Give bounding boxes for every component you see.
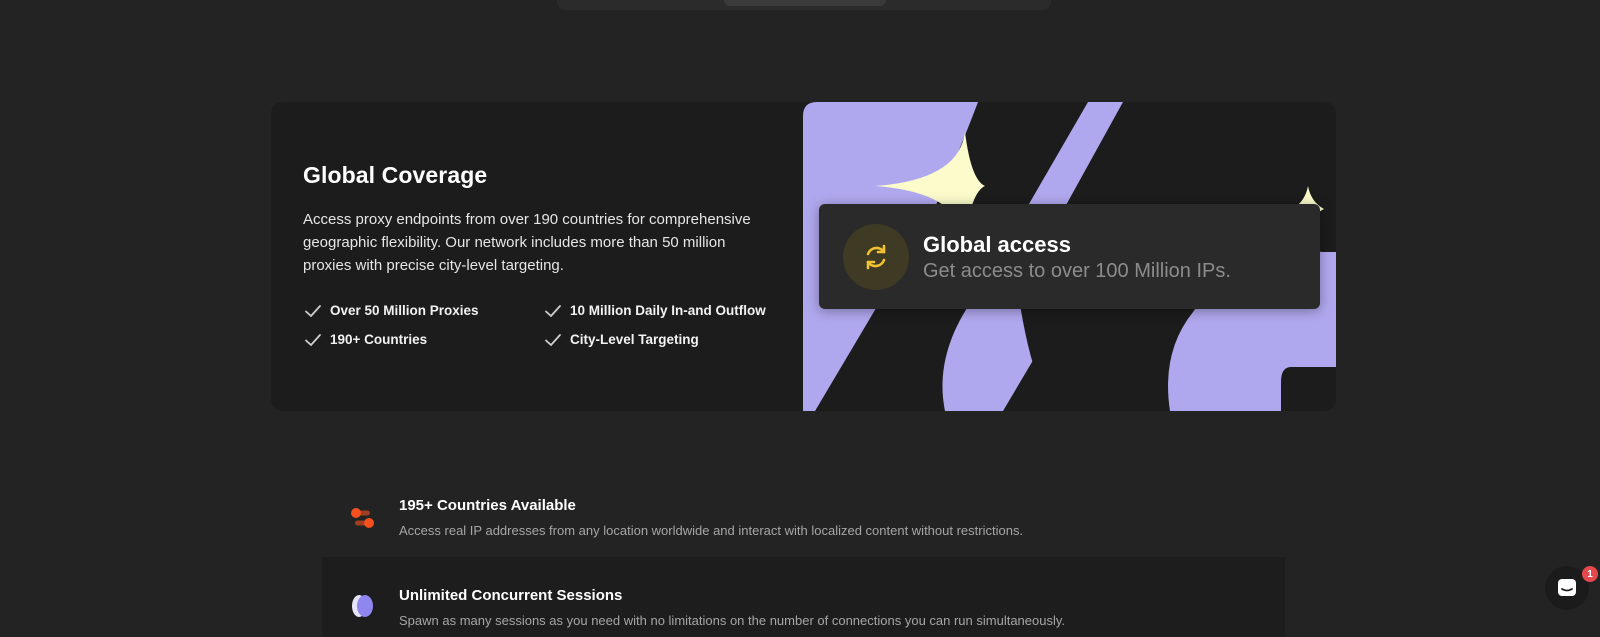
access-subtitle: Get access to over 100 Million IPs. <box>923 260 1231 282</box>
benefit-description: Access real IP addresses from any locati… <box>399 523 1024 538</box>
check-icon <box>305 304 321 317</box>
refresh-icon <box>843 224 909 290</box>
check-icon <box>545 304 561 317</box>
feature-item: City-Level Targeting <box>543 330 773 349</box>
coverage-description: Access proxy endpoints from over 190 cou… <box>303 211 751 274</box>
benefit-item: 195+ Countries Available Access real IP … <box>322 480 1285 556</box>
feature-item: Over 50 Million Proxies <box>303 301 543 320</box>
active-tab-indicator[interactable] <box>724 0 886 6</box>
check-icon <box>305 333 321 346</box>
benefit-title: Unlimited Concurrent Sessions <box>399 587 623 604</box>
check-icon <box>545 333 561 346</box>
circles-icon <box>352 595 373 617</box>
feature-label: City-Level Targeting <box>570 332 699 347</box>
feature-label: 190+ Countries <box>330 332 428 347</box>
top-tab-bar <box>557 0 1051 10</box>
benefit-description: Spawn as many sessions as you need with … <box>399 613 1066 628</box>
chat-icon <box>1558 579 1576 596</box>
feature-item: 190+ Countries <box>303 330 543 349</box>
benefit-item: Unlimited Concurrent Sessions Spawn as m… <box>322 557 1285 637</box>
access-title: Global access <box>923 232 1071 257</box>
coverage-title: Global Coverage <box>303 162 488 188</box>
global-access-card: Global access Get access to over 100 Mil… <box>819 204 1320 309</box>
feature-item: 10 Million Daily In-and Outflow <box>543 301 773 320</box>
feature-list: Over 50 Million Proxies 10 Million Daily… <box>303 301 773 349</box>
benefit-title: 195+ Countries Available <box>399 497 576 514</box>
notification-badge: 1 <box>1582 566 1598 582</box>
toggle-icon <box>351 508 374 528</box>
feature-label: Over 50 Million Proxies <box>330 303 479 318</box>
feature-label: 10 Million Daily In-and Outflow <box>570 303 766 318</box>
